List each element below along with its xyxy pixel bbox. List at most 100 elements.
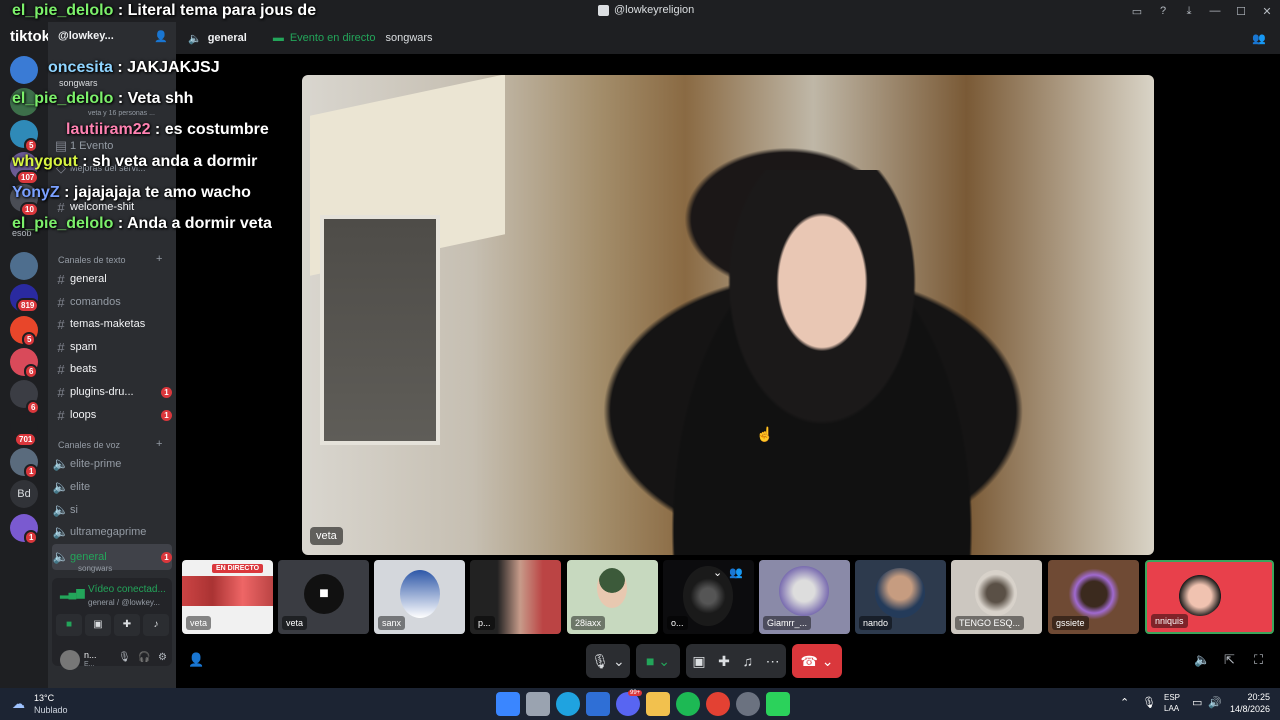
thumbnail-tile[interactable]: sanx — [374, 560, 465, 634]
voice-channel-elite[interactable]: 🔈 elite — [52, 477, 172, 497]
mic-tray-icon[interactable]: 🎙 — [1142, 696, 1156, 709]
volume-tray-icon[interactable]: 🔊 — [1208, 696, 1222, 709]
server-icon[interactable] — [10, 88, 38, 116]
server-icon[interactable] — [10, 252, 38, 280]
hash-icon: # — [57, 316, 65, 332]
obs-icon[interactable] — [736, 692, 760, 716]
spotify-icon[interactable] — [676, 692, 700, 716]
channel-beats[interactable]: # beats — [52, 359, 172, 379]
voice-channel-elite-prime[interactable]: 🔈 elite-prime — [52, 454, 172, 474]
thumbnail-tile[interactable]: TENGO ESQ... — [951, 560, 1042, 634]
maximize-button[interactable]: ☐ — [1228, 5, 1254, 18]
thumbnail-tile[interactable]: Giamrr_... — [759, 560, 850, 634]
channel-comandos[interactable]: # comandos — [52, 292, 172, 312]
settings-gear-icon[interactable]: ⚙ — [158, 652, 167, 663]
avatar — [779, 566, 829, 616]
channel-welcome[interactable]: # welcome-shit — [52, 197, 172, 217]
weather-icon[interactable]: ☁ — [12, 696, 25, 712]
download-icon[interactable]: ⤓ — [1176, 5, 1202, 18]
text-category[interactable]: Canales de texto — [58, 255, 126, 265]
user-status: E... — [84, 661, 95, 668]
soundboard-button[interactable]: ♪ — [143, 614, 169, 636]
edge-icon[interactable] — [556, 692, 580, 716]
events-item[interactable]: ▤ 1 Evento — [52, 136, 172, 156]
tray-chevron-icon[interactable]: ⌃ — [1120, 696, 1129, 709]
boost-icon: ◇ — [56, 160, 66, 175]
camera-button[interactable]: ■ — [56, 614, 82, 636]
lang-indicator[interactable]: ESP — [1164, 693, 1180, 702]
thumbnail-tile-self[interactable]: nniquis — [1145, 560, 1274, 634]
thumbnail-tile[interactable]: EN DIRECTO veta — [182, 560, 273, 634]
channel-loops[interactable]: # loops 1 — [52, 405, 172, 425]
channel-temas-maketas[interactable]: # temas-maketas — [52, 314, 172, 334]
thumbnail-tile[interactable]: nando — [855, 560, 946, 634]
channel-plugins[interactable]: # plugins-dru... 1 — [52, 382, 172, 402]
add-channel-icon[interactable]: + — [156, 253, 162, 265]
header-event[interactable]: Evento en directo — [290, 32, 376, 44]
avatar[interactable] — [60, 650, 80, 670]
screen-share-button[interactable]: ▣ — [85, 614, 111, 636]
thumbnail-tile[interactable]: gssiete — [1048, 560, 1139, 634]
minimize-button[interactable]: — — [1202, 5, 1228, 17]
file-explorer-icon[interactable] — [646, 692, 670, 716]
fullscreen-icon[interactable]: ⛶ — [1254, 652, 1263, 668]
stream-preview — [182, 576, 273, 606]
popout-icon[interactable]: ⇱ — [1224, 652, 1235, 668]
thumbnail-tile[interactable]: ⌄ 👥 o... — [663, 560, 754, 634]
mic-toggle-button[interactable]: 🎙 ⌄ — [586, 644, 630, 678]
start-icon[interactable] — [496, 692, 520, 716]
thumbnail-name: veta — [282, 616, 308, 630]
chrome-icon[interactable] — [706, 692, 730, 716]
thumbnail-tile[interactable]: ■ veta — [278, 560, 369, 634]
voice-channel-ultramegaprime[interactable]: 🔈 ultramegaprime — [52, 522, 172, 542]
activities-icon[interactable]: ✚ — [718, 653, 730, 670]
thumbnail-name: Giamrr_... — [763, 616, 812, 630]
help-icon[interactable]: ? — [1150, 5, 1176, 17]
more-options-icon[interactable]: ⋯ — [766, 653, 780, 670]
activities-button[interactable]: ✚ — [114, 614, 140, 636]
channel-spam[interactable]: # spam — [52, 337, 172, 357]
live-badge: EN DIRECTO — [212, 564, 264, 573]
network-icon[interactable]: ▭ — [1192, 696, 1202, 709]
add-channel-icon[interactable]: + — [156, 438, 162, 450]
app-icon[interactable] — [766, 692, 790, 716]
headphones-icon[interactable]: 🎧 — [138, 652, 150, 663]
server-icon[interactable] — [10, 56, 38, 84]
server-icon-bd[interactable]: Bd — [10, 480, 38, 508]
lang-layout[interactable]: LAA — [1164, 704, 1179, 713]
volume-icon[interactable]: 🔈 — [1194, 652, 1210, 668]
main-video-tile[interactable]: veta — [302, 75, 1154, 555]
add-member-icon[interactable]: 👤 — [154, 30, 168, 43]
avatar — [875, 568, 925, 618]
thumbnail-name: veta — [186, 616, 212, 630]
chevron-down-icon[interactable]: ⌄ — [713, 566, 722, 579]
disconnect-button[interactable]: ☎ ⌄ — [792, 644, 842, 678]
thumbnail-name: 28iaxx — [571, 616, 606, 630]
channel-general[interactable]: # general — [52, 269, 172, 289]
header-channel[interactable]: general — [208, 32, 247, 44]
voice-channel-si[interactable]: 🔈 si — [52, 500, 172, 520]
voice-category[interactable]: Canales de voz — [58, 440, 120, 450]
hash-icon: # — [57, 384, 65, 400]
user-list-icon[interactable]: 👥 — [1252, 32, 1266, 45]
server-name[interactable]: @lowkey... — [58, 30, 114, 42]
task-view-icon[interactable] — [526, 692, 550, 716]
thumbnail-tile[interactable]: p... — [470, 560, 561, 634]
add-friend-icon[interactable]: 👥 — [729, 566, 743, 579]
screen-share-icon[interactable]: ▣ — [692, 653, 705, 670]
clock-time[interactable]: 20:25 — [1230, 692, 1270, 702]
clock-date[interactable]: 14/8/2026 — [1224, 704, 1270, 714]
inbox-icon[interactable]: ▭ — [1124, 5, 1150, 18]
camera-toggle-button[interactable]: ■ ⌄ — [636, 644, 680, 678]
add-people-icon[interactable]: 👤 — [188, 652, 204, 668]
mic-icon[interactable]: 🎙 — [118, 652, 131, 663]
server-label[interactable]: esob — [12, 228, 32, 238]
thumbnail-name: sanx — [378, 616, 406, 630]
outlook-icon[interactable] — [586, 692, 610, 716]
close-button[interactable]: ✕ — [1254, 5, 1280, 18]
hash-icon: # — [57, 271, 65, 287]
soundboard-icon[interactable]: ♫ — [743, 653, 754, 669]
stage-channel-name[interactable]: songwars — [59, 78, 98, 88]
boost-item[interactable]: ◇ Mejoras del servi... — [52, 158, 172, 178]
thumbnail-tile[interactable]: 28iaxx — [567, 560, 658, 634]
